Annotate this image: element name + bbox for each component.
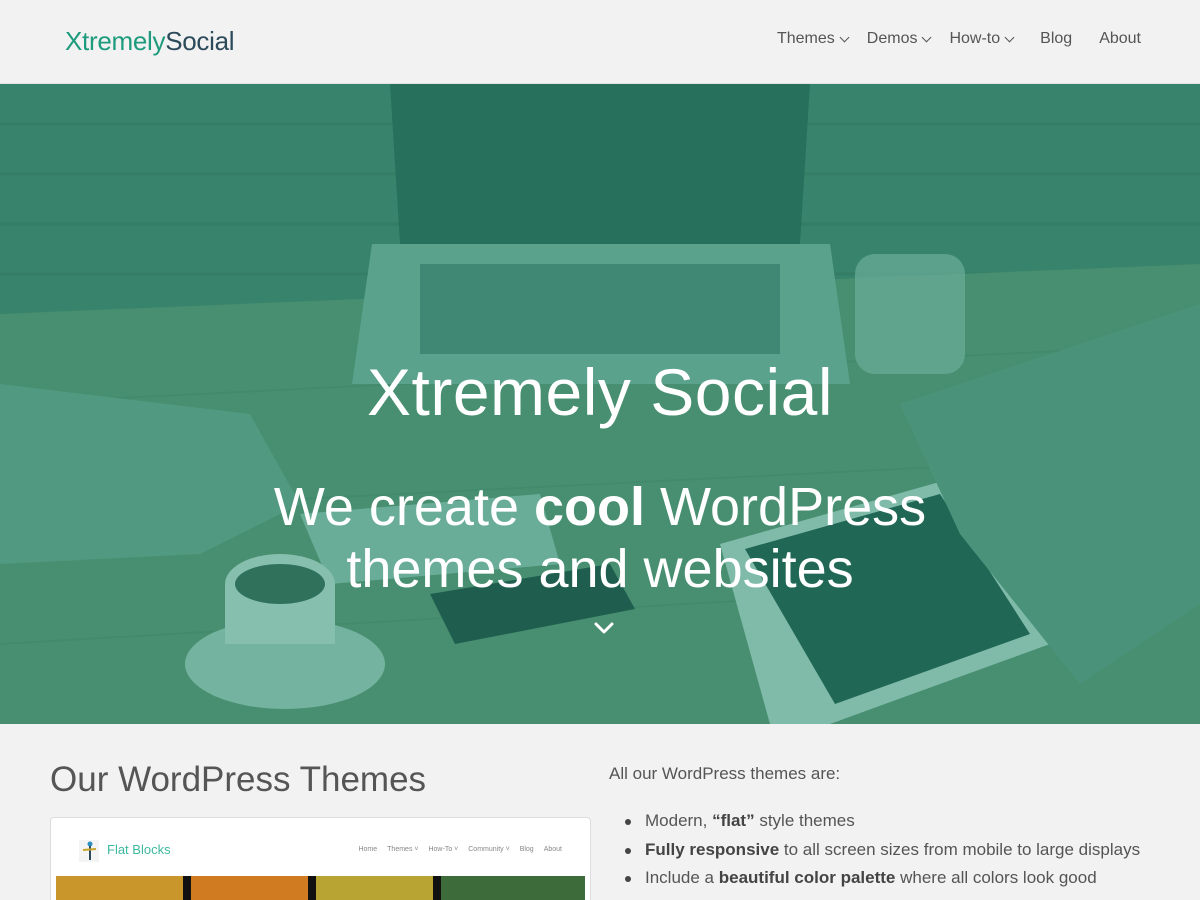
preview-nav-item: Blog [519,846,534,853]
nav-item-about[interactable]: About [1099,30,1141,48]
hero-section: Xtremely Social We create cool WordPress… [0,84,1200,724]
chevron-down-icon [839,32,850,42]
preview-block [316,876,441,900]
feature-text: Modern, [645,811,713,830]
nav-label-about: About [1099,30,1141,47]
preview-nav-item: Home [358,846,378,853]
flat-blocks-logo-icon [79,840,99,862]
preview-nav-item: About [543,846,562,853]
preview-brand: Flat Blocks [107,842,171,857]
main-nav: Themes Demos How-to Blog About [777,30,1141,48]
site-header: XtremelySocial Themes Demos How-to Blog … [0,0,1200,84]
nav-label-demos: Demos [866,30,918,47]
feature-text: Include a [645,868,719,887]
nav-item-how-to[interactable]: How-to [949,30,1015,48]
feature-text: style themes [754,811,855,830]
feature-item: Fully responsive to all screen sizes fro… [624,839,1141,868]
nav-item-blog[interactable]: Blog [1040,30,1072,48]
hero-title: Xtremely Social [367,355,833,429]
chevron-down-icon [922,32,932,42]
preview-nav-item: Themes ˅ [387,846,419,853]
feature-item: Include a beautiful color palette where … [624,867,1140,896]
preview-block [56,876,191,900]
features-intro: All our WordPress themes are: [609,764,841,783]
preview-color-strip [56,876,585,900]
feature-text: where all colors look good [895,868,1097,887]
nav-item-demos[interactable]: Demos [866,30,932,48]
subtitle-pre: We create [273,477,535,537]
nav-item-themes[interactable]: Themes [776,30,850,48]
theme-preview-card[interactable]: Flat Blocks Home Themes ˅ How-To ˅ Commu… [50,817,591,900]
subtitle-bold: cool [534,477,646,537]
subtitle-line2: themes and websites [346,539,854,599]
hero-subtitle: We create cool WordPress themes and webs… [0,476,1200,600]
features-list: Modern, “flat” style themes Fully respon… [624,810,1141,896]
preview-block [191,876,316,900]
logo-part1: Xtremely [65,26,166,56]
section-title: Our WordPress Themes [50,760,427,799]
preview-nav-item: Community ˅ [468,846,510,853]
site-logo[interactable]: XtremelySocial [65,26,235,57]
chevron-down-icon [1004,32,1015,42]
preview-nav-item: How-To ˅ [428,846,459,853]
feature-text: to all screen sizes from mobile to large… [779,839,1141,859]
preview-block [441,876,585,900]
logo-part2: Social [165,26,235,56]
chevron-down-icon[interactable] [594,618,614,638]
subtitle-post: WordPress [645,477,927,537]
feature-item: Modern, “flat” style themes [624,810,1140,839]
themes-section: Our WordPress Themes Flat Blocks Home Th… [0,724,1200,900]
nav-label-how-to: How-to [949,30,1001,47]
preview-nav: Home Themes ˅ How-To ˅ Community ˅ Blog … [348,846,562,853]
feature-bold: “flat” [712,811,755,830]
nav-label-themes: Themes [776,30,835,47]
nav-label-blog: Blog [1040,30,1073,47]
feature-bold: beautiful color palette [718,868,896,887]
feature-bold: Fully responsive [645,839,780,859]
